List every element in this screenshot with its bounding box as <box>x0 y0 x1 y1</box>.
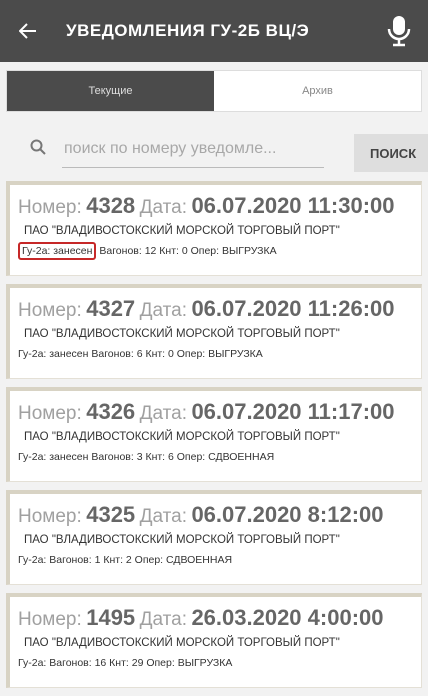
date-label: Дата: <box>139 300 187 321</box>
number-label: Номер: <box>18 403 82 424</box>
notification-card[interactable]: Номер: 1495 Дата: 26.03.2020 4:00:00 ПАО… <box>6 593 422 688</box>
notification-card[interactable]: Номер: 4328 Дата: 06.07.2020 11:30:00 ПА… <box>6 181 422 276</box>
number-label: Номер: <box>18 197 82 218</box>
notification-header: Номер: 4328 Дата: 06.07.2020 11:30:00 <box>18 191 421 221</box>
notification-number: 1495 <box>86 605 136 630</box>
page-title: УВЕДОМЛЕНИЯ ГУ-2Б ВЦ/Э <box>66 21 310 40</box>
notification-date: 06.07.2020 11:26:00 <box>191 296 395 321</box>
number-label: Номер: <box>18 506 82 527</box>
notification-date: 06.07.2020 11:17:00 <box>191 399 395 424</box>
notification-details-row: Гу-2а: Вагонов: 16 Кнт: 29 Опер: ВЫГРУЗК… <box>18 657 421 669</box>
number-label: Номер: <box>18 609 82 630</box>
search-input[interactable] <box>62 130 324 168</box>
arrow-left-icon <box>19 23 36 39</box>
tab-current[interactable]: Текущие <box>7 71 214 111</box>
organization-name: ПАО "ВЛАДИВОСТОКСКИЙ МОРСКОЙ ТОРГОВЫЙ ПО… <box>24 328 340 340</box>
notification-number: 4328 <box>86 193 136 218</box>
voice-search-button[interactable] <box>370 0 428 62</box>
date-label: Дата: <box>139 506 187 527</box>
gu-status: Гу-2а: <box>18 657 47 669</box>
search-icon <box>30 139 52 160</box>
notification-number: 4325 <box>86 502 136 527</box>
notification-details-row: Гу-2а: занесен Вагонов: 3 Кнт: 6 Опер: С… <box>18 451 421 463</box>
notification-details-row: Гу-2а: занесен Вагонов: 6 Кнт: 0 Опер: В… <box>18 348 421 360</box>
gu-status: Гу-2а: занесен <box>18 451 89 463</box>
search-bar: ПОИСК <box>0 120 428 178</box>
notification-card[interactable]: Номер: 4325 Дата: 06.07.2020 8:12:00 ПАО… <box>6 490 422 585</box>
organization-name: ПАО "ВЛАДИВОСТОКСКИЙ МОРСКОЙ ТОРГОВЫЙ ПО… <box>24 431 340 443</box>
notification-list: Номер: 4328 Дата: 06.07.2020 11:30:00 ПА… <box>0 181 428 696</box>
date-label: Дата: <box>139 403 187 424</box>
back-button[interactable] <box>4 0 52 62</box>
organization-name: ПАО "ВЛАДИВОСТОКСКИЙ МОРСКОЙ ТОРГОВЫЙ ПО… <box>24 534 340 546</box>
date-label: Дата: <box>139 197 187 218</box>
date-label: Дата: <box>139 609 187 630</box>
microphone-icon <box>387 16 411 47</box>
notification-date: 26.03.2020 4:00:00 <box>191 605 384 630</box>
organization-name: ПАО "ВЛАДИВОСТОКСКИЙ МОРСКОЙ ТОРГОВЫЙ ПО… <box>24 225 340 237</box>
notification-details: Вагонов: 12 Кнт: 0 Опер: ВЫГРУЗКА <box>99 245 277 257</box>
notification-date: 06.07.2020 8:12:00 <box>191 502 384 527</box>
notification-card[interactable]: Номер: 4327 Дата: 06.07.2020 11:26:00 ПА… <box>6 284 422 379</box>
gu-status: Гу-2а: занесен <box>18 348 89 360</box>
notification-details-row: Гу-2а: Вагонов: 1 Кнт: 2 Опер: СДВОЕННАЯ <box>18 554 421 566</box>
notification-number: 4327 <box>86 296 136 321</box>
notification-card[interactable]: Номер: 4326 Дата: 06.07.2020 11:17:00 ПА… <box>6 387 422 482</box>
search-button[interactable]: ПОИСК <box>354 134 428 172</box>
number-label: Номер: <box>18 300 82 321</box>
app-bar: УВЕДОМЛЕНИЯ ГУ-2Б ВЦ/Э <box>0 0 428 62</box>
notification-details: Вагонов: 16 Кнт: 29 Опер: ВЫГРУЗКА <box>49 657 233 669</box>
notification-header: Номер: 1495 Дата: 26.03.2020 4:00:00 <box>18 603 421 633</box>
notification-header: Номер: 4325 Дата: 06.07.2020 8:12:00 <box>18 500 421 530</box>
organization-name: ПАО "ВЛАДИВОСТОКСКИЙ МОРСКОЙ ТОРГОВЫЙ ПО… <box>24 637 340 649</box>
notification-details: Вагонов: 3 Кнт: 6 Опер: СДВОЕННАЯ <box>91 451 275 463</box>
notification-date: 06.07.2020 11:30:00 <box>191 193 395 218</box>
tab-archive[interactable]: Архив <box>214 71 421 111</box>
notification-number: 4326 <box>86 399 136 424</box>
notification-details: Вагонов: 6 Кнт: 0 Опер: ВЫГРУЗКА <box>91 348 263 360</box>
notification-header: Номер: 4326 Дата: 06.07.2020 11:17:00 <box>18 397 421 427</box>
gu-status: Гу-2а: занесен <box>18 242 97 260</box>
tab-bar: Текущие Архив <box>6 70 422 112</box>
gu-status: Гу-2а: <box>18 554 47 566</box>
notification-header: Номер: 4327 Дата: 06.07.2020 11:26:00 <box>18 294 421 324</box>
notification-details-row: Гу-2а: занесен Вагонов: 12 Кнт: 0 Опер: … <box>18 242 421 260</box>
notification-details: Вагонов: 1 Кнт: 2 Опер: СДВОЕННАЯ <box>49 554 233 566</box>
